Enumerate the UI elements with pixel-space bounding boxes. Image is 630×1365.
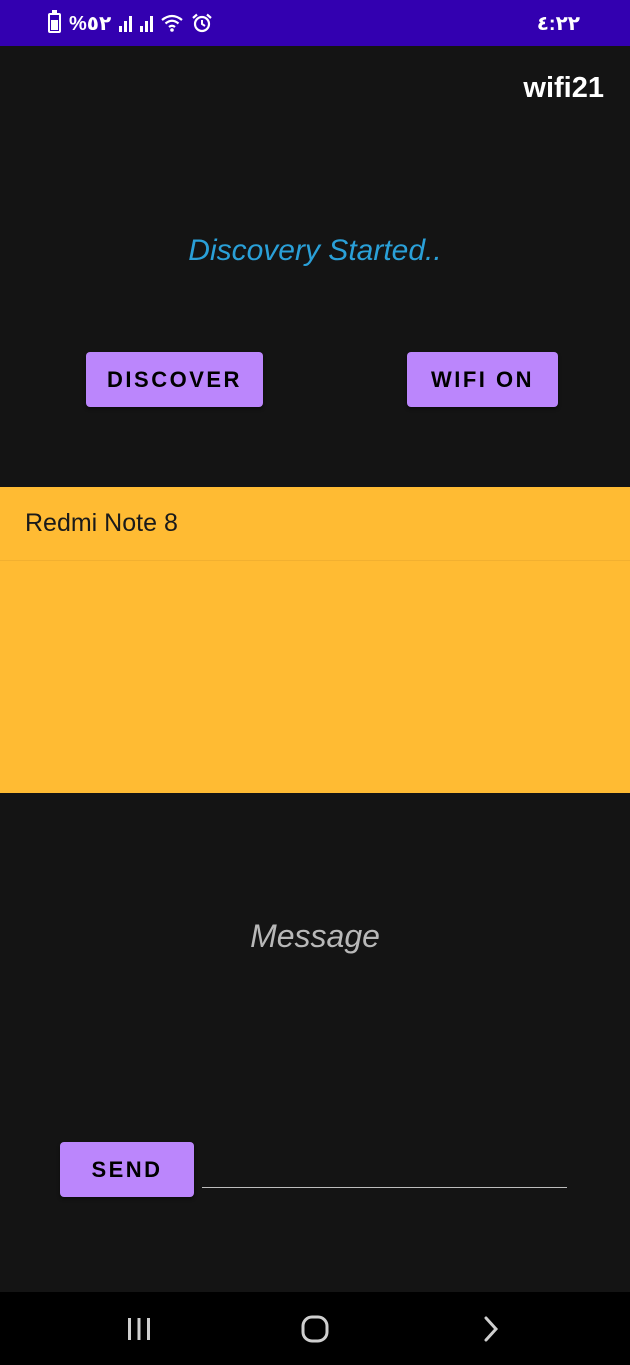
peer-list-item[interactable]: Redmi Note 8 bbox=[0, 487, 630, 561]
discover-button[interactable]: DISCOVER bbox=[86, 352, 263, 407]
app-title: wifi21 bbox=[523, 72, 604, 104]
recents-icon bbox=[128, 1318, 150, 1340]
home-icon bbox=[301, 1315, 329, 1343]
battery-percent: %٥٢ bbox=[69, 12, 112, 35]
battery-icon bbox=[48, 10, 61, 33]
signal-icon bbox=[119, 14, 133, 32]
app-screen: %٥٢ ٤:٢٢ wifi21 Discovery Started.. DISC… bbox=[0, 0, 630, 1365]
peer-list: Redmi Note 8 bbox=[0, 487, 630, 793]
navigation-bar bbox=[0, 1292, 630, 1365]
wifi-icon bbox=[161, 14, 183, 32]
status-time: ٤:٢٢ bbox=[536, 12, 580, 35]
message-display: Message bbox=[250, 918, 380, 954]
status-bar: %٥٢ ٤:٢٢ bbox=[0, 0, 630, 46]
back-icon bbox=[484, 1316, 499, 1342]
signal-icon-2 bbox=[140, 14, 154, 32]
back-button[interactable] bbox=[471, 1310, 511, 1348]
home-button[interactable] bbox=[295, 1310, 335, 1348]
recents-button[interactable] bbox=[119, 1310, 159, 1348]
send-button[interactable]: SEND bbox=[60, 1142, 194, 1197]
discovery-status-text: Discovery Started.. bbox=[188, 234, 442, 267]
alarm-icon bbox=[192, 13, 212, 33]
wifi-toggle-button[interactable]: WIFI ON bbox=[407, 352, 558, 407]
message-input[interactable] bbox=[202, 1150, 567, 1188]
status-icons: %٥٢ bbox=[48, 10, 213, 36]
